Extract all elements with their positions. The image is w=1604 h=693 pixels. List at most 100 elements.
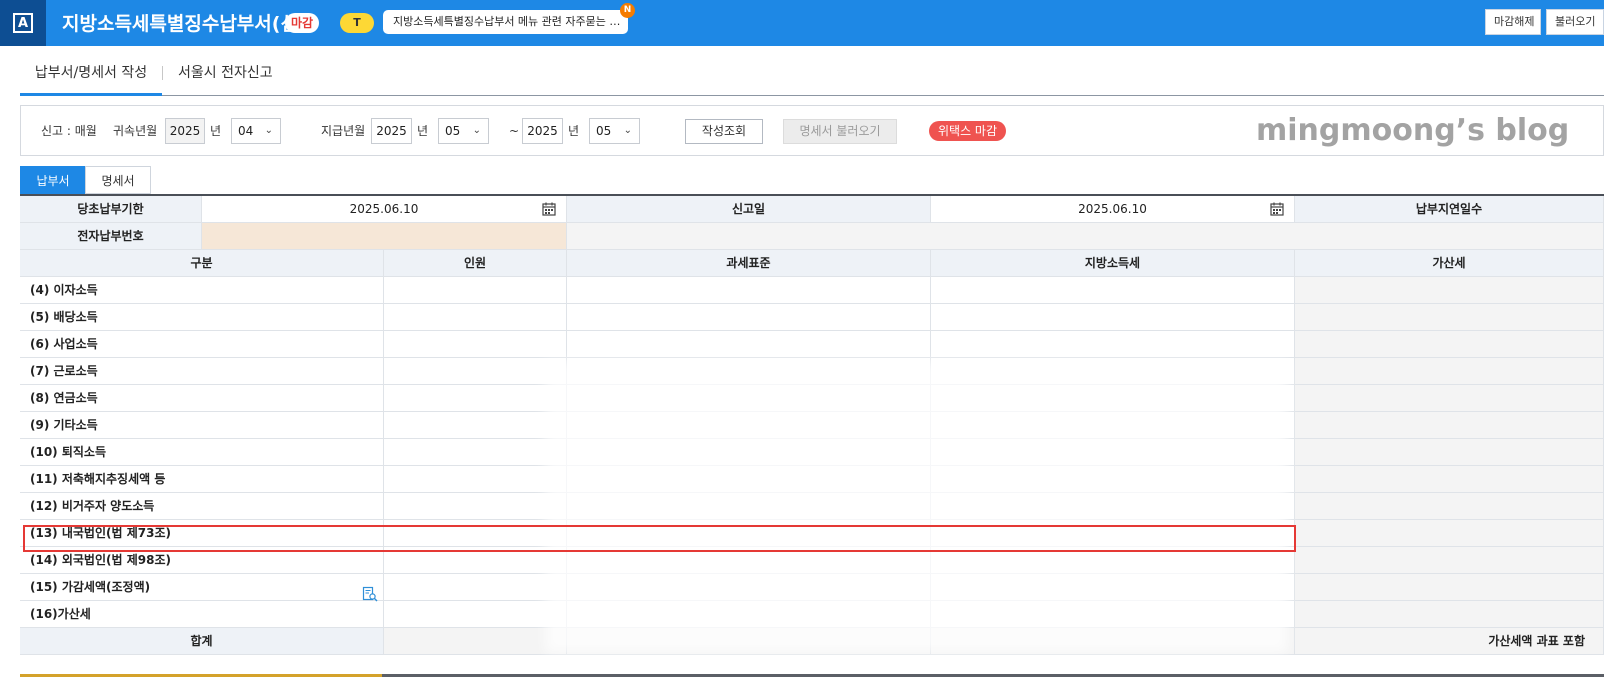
penalty-tax-header: 가산세 xyxy=(1295,250,1604,277)
category-header: 구분 xyxy=(20,250,384,277)
chevron-down-icon: ⌄ xyxy=(623,125,632,136)
row-label: (10) 퇴직소득 xyxy=(20,439,384,466)
tax-base-cell[interactable] xyxy=(567,304,931,331)
query-button[interactable]: 작성조회 xyxy=(685,119,763,144)
row-label: (8) 연금소득 xyxy=(20,385,384,412)
report-cycle-label: 신고 : 매월 xyxy=(41,124,97,138)
headcount-cell[interactable] xyxy=(384,385,567,412)
headcount-cell[interactable] xyxy=(384,277,567,304)
total-note: 가산세액 과표 포함 xyxy=(1295,628,1604,655)
wetax-close-badge[interactable]: 위택스 마감 xyxy=(929,121,1007,141)
headcount-cell[interactable] xyxy=(384,331,567,358)
row-label: (15) 가감세액(조정액) xyxy=(20,574,384,601)
penalty-tax-cell xyxy=(1295,304,1604,331)
year-unit-label: 년 xyxy=(568,124,580,138)
row-label: (5) 배당소득 xyxy=(20,304,384,331)
tax-base-cell[interactable] xyxy=(567,277,931,304)
headcount-cell[interactable] xyxy=(384,601,567,628)
penalty-tax-cell xyxy=(1295,520,1604,547)
tax-base-header: 과세표준 xyxy=(567,250,931,277)
subtab-payment-slip[interactable]: 납부서 xyxy=(20,166,86,194)
penalty-tax-cell xyxy=(1295,493,1604,520)
report-date-label: 신고일 xyxy=(567,196,931,223)
blog-watermark: mingmoong’s blog xyxy=(1256,113,1570,148)
app-header: A 지방소득세특별징수납부서(신) 마감 T 지방소득세특별징수납부서 메뉴 관… xyxy=(0,0,1604,46)
original-due-date-value: 2025.06.10 xyxy=(349,202,419,216)
belong-month-label: 귀속년월 xyxy=(113,124,158,138)
local-income-tax-cell[interactable] xyxy=(931,304,1295,331)
headcount-cell[interactable] xyxy=(384,358,567,385)
app-logo[interactable]: A xyxy=(0,0,46,46)
report-date-value: 2025.06.10 xyxy=(1078,202,1147,216)
belong-month-select[interactable]: 04 ⌄ xyxy=(231,118,281,144)
empty-cell xyxy=(567,223,1604,250)
e-payment-number-label: 전자납부번호 xyxy=(20,223,202,250)
penalty-tax-cell xyxy=(1295,439,1604,466)
original-due-date-label: 당초납부기한 xyxy=(20,196,202,223)
highlight-box xyxy=(23,525,1296,552)
e-payment-number-field[interactable] xyxy=(202,223,567,250)
penalty-tax-cell xyxy=(1295,277,1604,304)
logo-icon: A xyxy=(13,13,33,33)
pay-to-month-value: 05 xyxy=(596,124,612,138)
row-label: (7) 근로소득 xyxy=(20,358,384,385)
tax-base-cell[interactable] xyxy=(567,331,931,358)
headcount-cell[interactable] xyxy=(384,574,567,601)
penalty-tax-cell xyxy=(1295,601,1604,628)
row-label: (16)가산세 xyxy=(20,601,384,628)
page-title: 지방소득세특별징수납부서(신) xyxy=(62,13,307,35)
headcount-cell[interactable] xyxy=(384,439,567,466)
row-label: (9) 기타소득 xyxy=(20,412,384,439)
subtab-statement[interactable]: 명세서 xyxy=(85,166,151,194)
penalty-tax-cell xyxy=(1295,358,1604,385)
pay-from-month-select[interactable]: 05 ⌄ xyxy=(438,118,489,144)
year-unit-label: 년 xyxy=(417,124,429,138)
belong-month-value: 04 xyxy=(238,124,254,138)
total-label: 합계 xyxy=(20,628,384,655)
headcount-cell[interactable] xyxy=(384,304,567,331)
belong-year-input[interactable]: 2025 xyxy=(165,118,205,144)
unclose-button[interactable]: 마감해제 xyxy=(1485,9,1541,35)
penalty-tax-cell xyxy=(1295,466,1604,493)
tab-seoul-e-filing[interactable]: 서울시 전자신고 xyxy=(178,46,273,96)
row-label: (6) 사업소득 xyxy=(20,331,384,358)
load-button[interactable]: 불러오기 xyxy=(1546,9,1604,35)
pay-from-month-value: 05 xyxy=(445,124,461,138)
chevron-down-icon: ⌄ xyxy=(264,125,273,136)
pay-from-year-input[interactable]: 2025 xyxy=(371,118,412,144)
grid-bottom-accent xyxy=(20,674,382,677)
new-badge: N xyxy=(620,3,635,18)
headcount-cell[interactable] xyxy=(384,466,567,493)
original-due-date-field[interactable]: 2025.06.10 xyxy=(202,196,567,223)
chevron-down-icon: ⌄ xyxy=(472,125,481,136)
ti-badge[interactable]: T xyxy=(340,13,374,33)
tab-divider xyxy=(162,66,163,80)
headcount-cell[interactable] xyxy=(384,493,567,520)
local-income-tax-cell[interactable] xyxy=(931,331,1295,358)
penalty-tax-cell xyxy=(1295,574,1604,601)
local-income-tax-header: 지방소득세 xyxy=(931,250,1295,277)
faq-notice[interactable]: 지방소득세특별징수납부서 메뉴 관련 자주묻는 … xyxy=(383,10,628,34)
pay-to-month-select[interactable]: 05 ⌄ xyxy=(589,118,640,144)
filter-panel: 신고 : 매월 귀속년월 2025 년 04 ⌄ 지급년월 2025 년 05 … xyxy=(20,105,1604,156)
closed-status-badge: 마감 xyxy=(285,13,320,33)
row-label: (11) 저축해지추징세액 등 xyxy=(20,466,384,493)
tab-write[interactable]: 납부서/명세서 작성 xyxy=(20,46,162,96)
range-tilde: ~ xyxy=(509,124,520,138)
payment-delay-days-label: 납부지연일수 xyxy=(1295,196,1604,223)
row-label: (4) 이자소득 xyxy=(20,277,384,304)
penalty-tax-cell xyxy=(1295,412,1604,439)
report-date-field[interactable]: 2025.06.10 xyxy=(931,196,1295,223)
calendar-icon[interactable] xyxy=(542,202,556,216)
calendar-icon[interactable] xyxy=(1270,202,1284,216)
headcount-cell[interactable] xyxy=(384,412,567,439)
document-search-icon[interactable] xyxy=(362,586,378,602)
row-label: (12) 비거주자 양도소득 xyxy=(20,493,384,520)
headcount-header: 인원 xyxy=(384,250,567,277)
main-tabs: 납부서/명세서 작성 서울시 전자신고 xyxy=(20,46,1604,96)
pay-to-year-input[interactable]: 2025 xyxy=(522,118,563,144)
load-statement-button[interactable]: 명세서 불러오기 xyxy=(783,119,897,144)
local-income-tax-cell[interactable] xyxy=(931,277,1295,304)
penalty-tax-cell xyxy=(1295,385,1604,412)
pay-month-label: 지급년월 xyxy=(321,124,366,138)
